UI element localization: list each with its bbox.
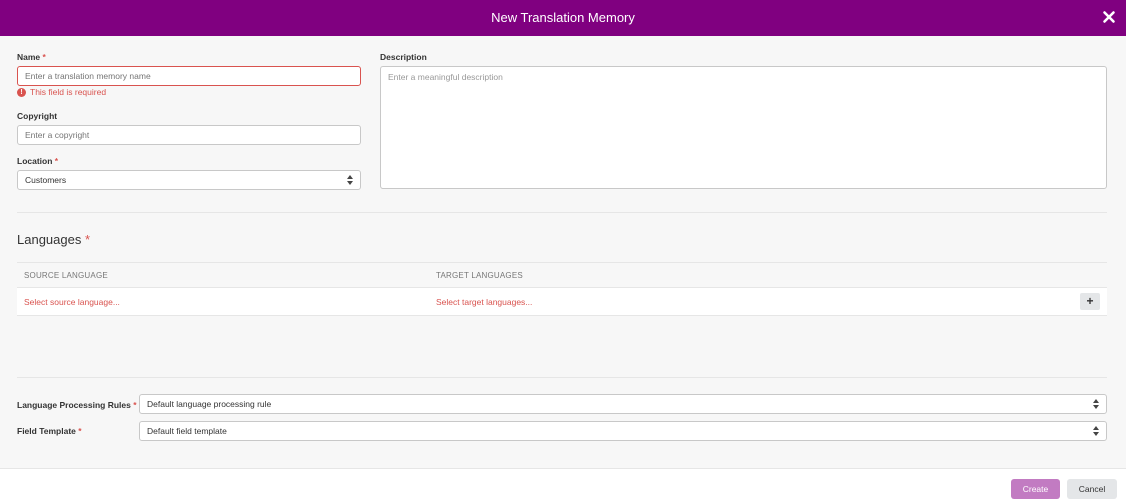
- name-label: Name *: [17, 52, 46, 62]
- location-label: Location *: [17, 156, 59, 166]
- languages-table-header: SOURCE LANGUAGE TARGET LANGUAGES: [17, 262, 1107, 288]
- field-template-select[interactable]: Default field template: [139, 421, 1107, 441]
- required-mark: *: [84, 232, 91, 247]
- divider: [17, 377, 1107, 378]
- dialog-body: Name * ! This field is required Copyrigh…: [0, 36, 1126, 468]
- target-languages-header: TARGET LANGUAGES: [436, 271, 523, 280]
- sort-arrows-icon: [1093, 426, 1099, 436]
- processing-rules-label: Language Processing Rules *: [17, 400, 137, 410]
- processing-rules-select[interactable]: Default language processing rule: [139, 394, 1107, 414]
- add-language-pair-button[interactable]: +: [1080, 293, 1100, 310]
- dialog-title: New Translation Memory: [491, 10, 635, 25]
- location-select[interactable]: Customers: [17, 170, 361, 190]
- languages-title: Languages *: [17, 232, 91, 247]
- exclamation-circle-icon: !: [17, 87, 26, 97]
- divider: [17, 212, 1107, 213]
- source-language-header: SOURCE LANGUAGE: [24, 271, 108, 280]
- sort-arrows-icon: [347, 175, 353, 185]
- required-mark: *: [42, 52, 46, 62]
- target-languages-select[interactable]: Select target languages...: [436, 297, 532, 307]
- languages-table-row: Select source language... Select target …: [17, 288, 1107, 316]
- description-label: Description: [380, 52, 427, 62]
- source-language-select[interactable]: Select source language...: [24, 297, 120, 307]
- sort-arrows-icon: [1093, 399, 1099, 409]
- required-mark: *: [133, 400, 137, 410]
- copyright-input[interactable]: [17, 125, 361, 145]
- required-mark: *: [78, 426, 82, 436]
- field-template-label: Field Template *: [17, 426, 82, 436]
- create-button[interactable]: Create: [1011, 479, 1060, 499]
- close-icon[interactable]: [1102, 10, 1116, 24]
- name-error: ! This field is required: [17, 87, 106, 97]
- dialog-header: New Translation Memory: [0, 0, 1126, 36]
- required-mark: *: [54, 156, 59, 166]
- copyright-label: Copyright: [17, 111, 58, 121]
- dialog-footer: Create Cancel: [0, 468, 1126, 499]
- cancel-button[interactable]: Cancel: [1067, 479, 1117, 499]
- name-input[interactable]: [17, 66, 361, 86]
- description-textarea[interactable]: Enter a meaningful description: [380, 66, 1107, 189]
